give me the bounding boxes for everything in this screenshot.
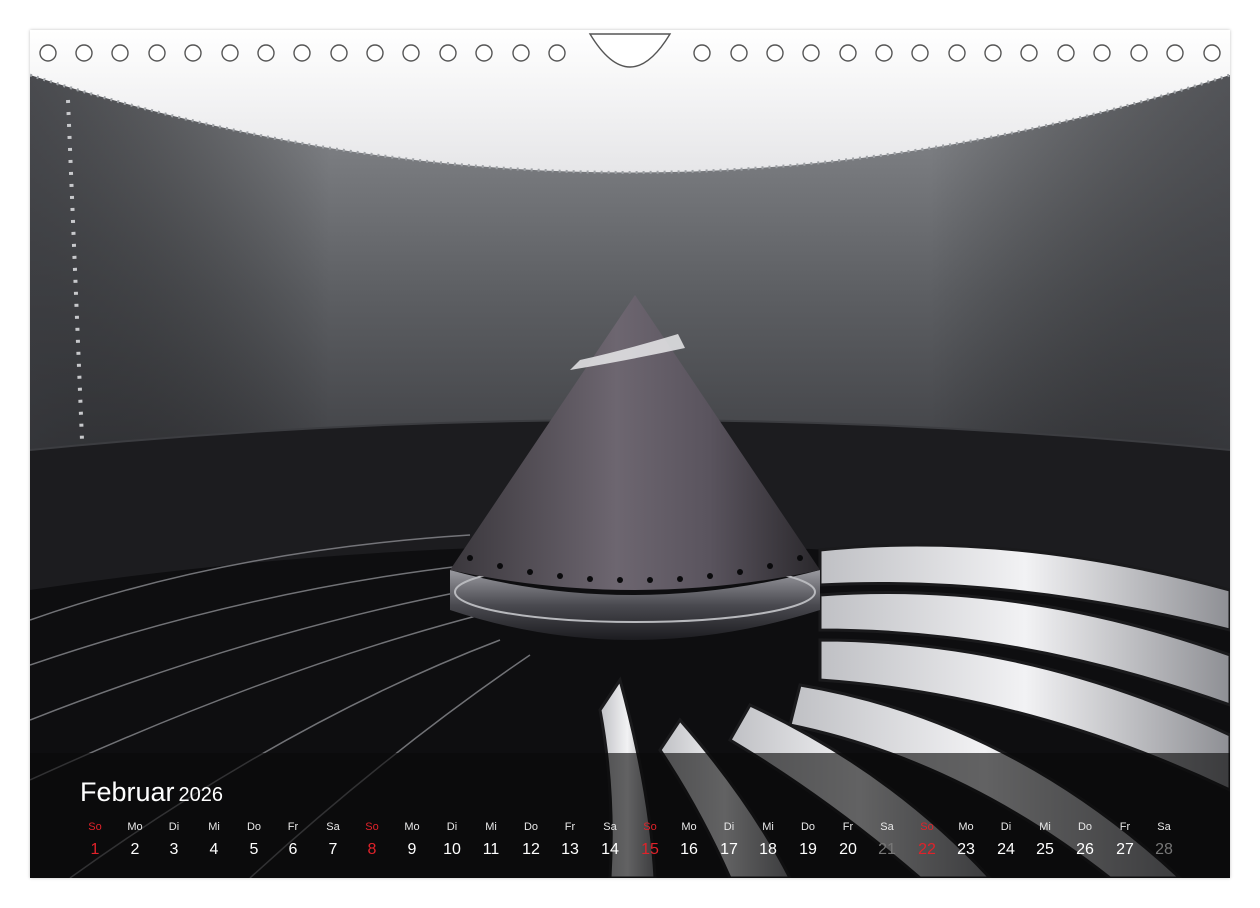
- weekday-label: Mo: [681, 821, 697, 833]
- day-number: 20: [839, 841, 857, 858]
- day-number: 14: [601, 841, 619, 858]
- day-cell: Di 3: [155, 819, 193, 862]
- day-cell: Sa 21: [868, 819, 906, 862]
- day-number: 7: [328, 841, 338, 858]
- weekday-label: Sa: [1157, 821, 1171, 833]
- day-number: 26: [1076, 841, 1094, 858]
- month-title: Februar 2026: [80, 777, 223, 808]
- day-number: 3: [169, 841, 179, 858]
- day-cell: Mi 25: [1026, 819, 1064, 862]
- weekday-label: Mo: [404, 821, 420, 833]
- day-cell: Fr 27: [1106, 819, 1144, 862]
- day-cell: Mo 23: [947, 819, 985, 862]
- day-number: 12: [522, 841, 540, 858]
- day-number: 4: [209, 841, 219, 858]
- day-cell: Di 17: [710, 819, 748, 862]
- day-cell: Fr 13: [551, 819, 589, 862]
- year: 2026: [178, 784, 224, 806]
- day-cell: Mi 11: [472, 819, 510, 862]
- day-number: 24: [997, 841, 1015, 858]
- day-cell: Do 19: [789, 819, 827, 862]
- weekday-label: Mi: [1039, 821, 1051, 833]
- weekday-label: Mi: [485, 821, 497, 833]
- day-cell: Sa 7: [314, 819, 352, 862]
- day-cell: Sa 14: [591, 819, 629, 862]
- weekday-label: Sa: [603, 821, 617, 833]
- day-cell: Mi 18: [749, 819, 787, 862]
- weekday-label: Do: [523, 821, 539, 833]
- day-cell: Fr 6: [274, 819, 312, 862]
- weekday-label: Di: [168, 821, 180, 833]
- day-number: 25: [1036, 841, 1054, 858]
- day-number: 11: [482, 841, 500, 858]
- weekday-label: Mo: [958, 821, 974, 833]
- weekday-label: So: [88, 821, 102, 833]
- day-number: 8: [367, 841, 377, 858]
- day-cell: Mo 16: [670, 819, 708, 862]
- calendar-bar: Februar 2026 So 1 Mo 2 Di 3 Mi 4 Do 5 Fr 6 Sa 7 …: [30, 753, 1230, 878]
- weekday-label: So: [920, 821, 934, 833]
- day-number: 6: [288, 841, 298, 858]
- weekday-label: Mi: [208, 821, 220, 833]
- weekday-label: Mi: [762, 821, 774, 833]
- day-cell: Mo 9: [393, 819, 431, 862]
- day-number: 18: [759, 841, 777, 858]
- day-number: 1: [90, 841, 100, 858]
- month-name: Februar: [80, 777, 175, 807]
- weekday-label: Fr: [842, 821, 854, 833]
- day-number: 17: [720, 841, 738, 858]
- day-number: 10: [443, 841, 461, 858]
- weekday-label: So: [365, 821, 379, 833]
- day-cell: Mi 4: [195, 819, 233, 862]
- day-cell: Do 12: [512, 819, 550, 862]
- weekday-label: Di: [1000, 821, 1012, 833]
- weekday-label: Fr: [287, 821, 299, 833]
- day-number: 28: [1155, 841, 1173, 858]
- weekday-label: Di: [446, 821, 458, 833]
- day-number: 15: [641, 841, 659, 858]
- calendar-page: [30, 30, 1230, 878]
- day-number: 21: [878, 841, 896, 858]
- day-cell: So 1: [76, 819, 114, 862]
- day-cell: Mo 2: [116, 819, 154, 862]
- weekday-label: Do: [246, 821, 262, 833]
- weekday-label: Fr: [564, 821, 576, 833]
- weekday-label: So: [643, 821, 657, 833]
- weekday-label: Mo: [127, 821, 143, 833]
- weekday-label: Do: [800, 821, 816, 833]
- day-cell: Sa 28: [1145, 819, 1183, 862]
- day-number: 2: [130, 841, 140, 858]
- day-cell: Di 24: [987, 819, 1025, 862]
- day-number: 19: [799, 841, 817, 858]
- day-cell: Di 10: [433, 819, 471, 862]
- day-cell: Do 5: [235, 819, 273, 862]
- day-number: 22: [918, 841, 936, 858]
- day-number: 5: [249, 841, 259, 858]
- day-cell: So 15: [631, 819, 669, 862]
- day-number: 9: [407, 841, 417, 858]
- weekday-label: Do: [1077, 821, 1093, 833]
- jet-engine-photo: [30, 30, 1230, 878]
- weekday-label: Sa: [326, 821, 340, 833]
- day-number: 27: [1116, 841, 1134, 858]
- day-number: 23: [957, 841, 975, 858]
- weekday-label: Sa: [880, 821, 894, 833]
- weekday-label: Di: [723, 821, 735, 833]
- day-cell: Do 26: [1066, 819, 1104, 862]
- day-number: 16: [680, 841, 698, 858]
- day-cell: Fr 20: [829, 819, 867, 862]
- day-number: 13: [561, 841, 579, 858]
- day-cell: So 22: [908, 819, 946, 862]
- day-cell: So 8: [353, 819, 391, 862]
- weekday-label: Fr: [1119, 821, 1131, 833]
